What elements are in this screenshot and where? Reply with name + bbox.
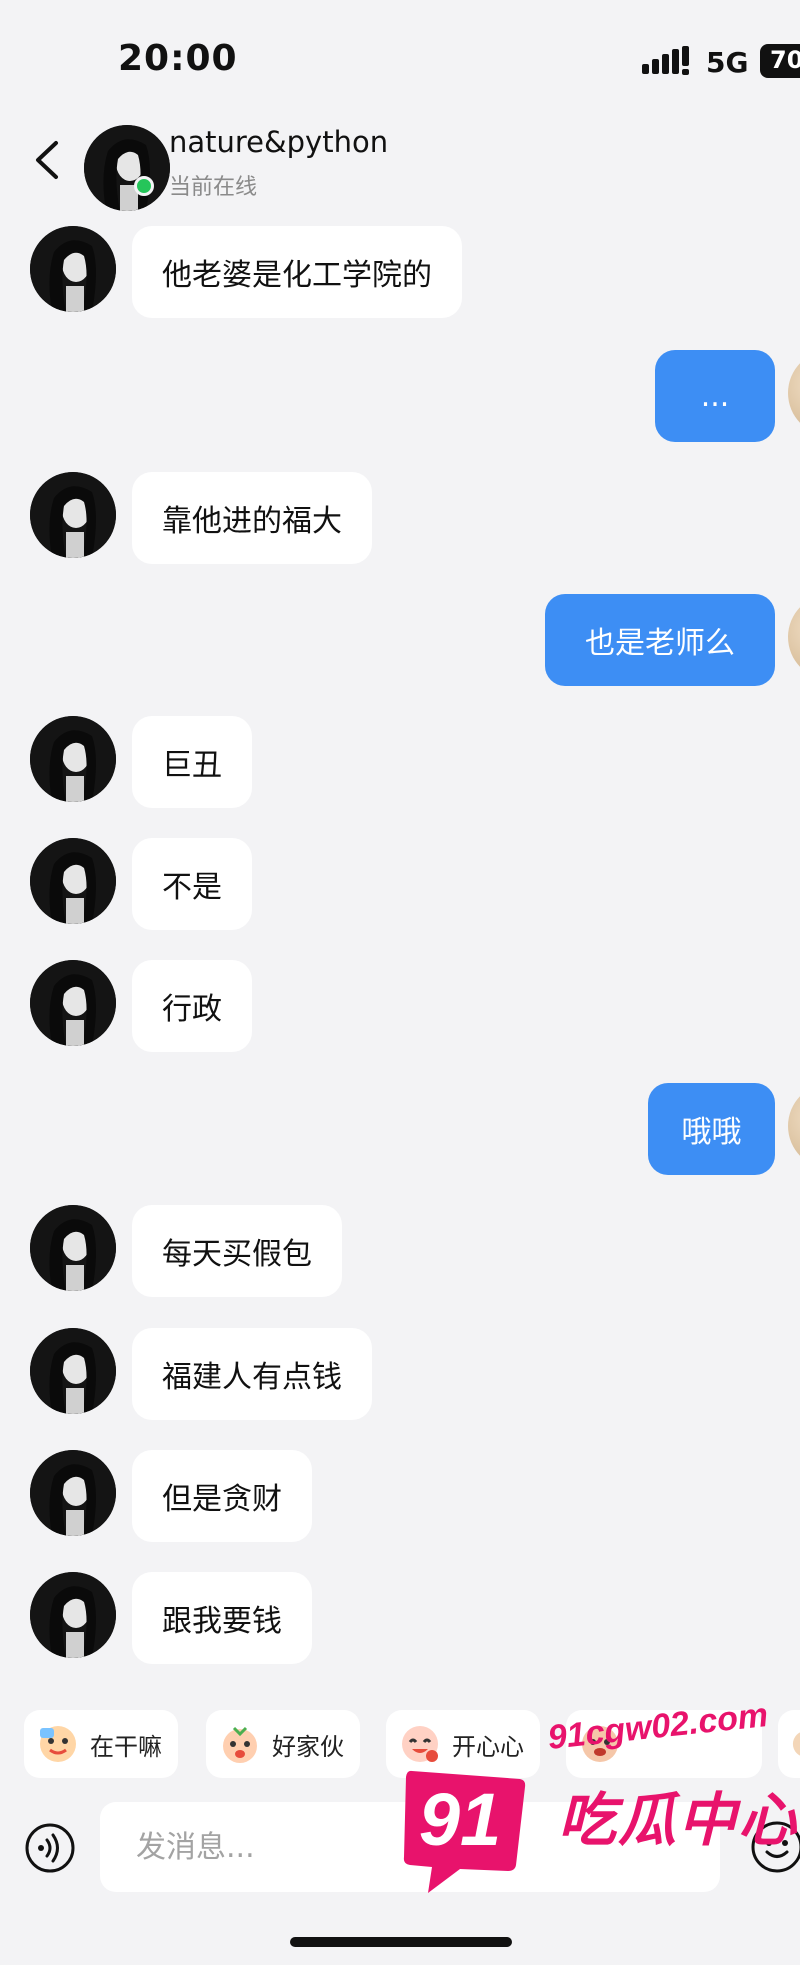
quick-reply-label: 开心心 — [452, 1732, 524, 1761]
sticker-face-icon — [402, 1726, 438, 1762]
message-bubble-incoming[interactable]: 靠他进的福大 — [132, 472, 372, 564]
sender-avatar[interactable] — [30, 1450, 116, 1536]
back-arrow-icon[interactable] — [28, 135, 68, 185]
sender-avatar[interactable] — [30, 716, 116, 802]
sender-avatar[interactable] — [30, 838, 116, 924]
status-time: 20:00 — [118, 38, 238, 79]
quick-reply-label: 好家伙 — [272, 1732, 344, 1761]
message-bubble-incoming[interactable]: 福建人有点钱 — [132, 1328, 372, 1420]
sender-avatar[interactable] — [30, 1328, 116, 1414]
quick-reply-label: 在干嘛 — [90, 1732, 162, 1761]
sticker-face-icon — [582, 1726, 618, 1762]
sticker-face-icon — [792, 1732, 800, 1756]
chat-header: nature&python 当前在线 — [0, 115, 800, 211]
sender-avatar[interactable] — [30, 1205, 116, 1291]
message-bubble-outgoing[interactable]: ... — [655, 350, 775, 442]
battery-level: 70 — [760, 44, 800, 78]
my-avatar[interactable] — [788, 594, 800, 680]
chat-screen: 20:00 5G 70 nature&python 当前在线 他老婆是化工学院的… — [0, 0, 800, 1965]
sender-avatar[interactable] — [30, 226, 116, 312]
message-bubble-outgoing[interactable]: 也是老师么 — [545, 594, 775, 686]
online-status-dot — [134, 176, 154, 196]
emoji-picker-icon[interactable] — [750, 1820, 800, 1874]
network-type: 5G — [706, 46, 749, 79]
sticker-face-icon — [40, 1726, 76, 1762]
contact-avatar[interactable] — [84, 125, 170, 211]
message-bubble-incoming[interactable]: 跟我要钱 — [132, 1572, 312, 1664]
message-bubble-incoming[interactable]: 但是贪财 — [132, 1450, 312, 1542]
voice-input-icon[interactable] — [24, 1822, 76, 1874]
quick-reply-chip[interactable]: 开心心 — [386, 1710, 540, 1778]
home-indicator — [290, 1937, 512, 1947]
my-avatar[interactable] — [788, 1083, 800, 1169]
contact-online-status: 当前在线 — [169, 175, 258, 200]
contact-name[interactable]: nature&python — [169, 125, 388, 159]
status-bar: 20:00 5G 70 — [0, 0, 800, 110]
quick-reply-chip[interactable]: 好家伙 — [206, 1710, 360, 1778]
message-bubble-incoming[interactable]: 他老婆是化工学院的 — [132, 226, 462, 318]
sender-avatar[interactable] — [30, 1572, 116, 1658]
signal-strength-icon — [642, 46, 689, 75]
sender-avatar[interactable] — [30, 472, 116, 558]
message-input[interactable] — [100, 1802, 720, 1892]
sender-avatar[interactable] — [30, 960, 116, 1046]
message-bubble-incoming[interactable]: 不是 — [132, 838, 252, 930]
message-input-bar — [0, 1798, 800, 1908]
quick-reply-chip[interactable] — [566, 1710, 762, 1778]
quick-reply-chip[interactable]: 在干嘛 — [24, 1710, 178, 1778]
message-bubble-incoming[interactable]: 行政 — [132, 960, 252, 1052]
message-bubble-outgoing[interactable]: 哦哦 — [648, 1083, 775, 1175]
message-bubble-incoming[interactable]: 巨丑 — [132, 716, 252, 808]
quick-reply-stickers: 在干嘛 好家伙 开心心 — [0, 1690, 800, 1798]
sticker-face-icon — [223, 1726, 257, 1763]
message-bubble-incoming[interactable]: 每天买假包 — [132, 1205, 342, 1297]
quick-reply-chip[interactable] — [778, 1710, 800, 1778]
my-avatar[interactable] — [788, 350, 800, 436]
